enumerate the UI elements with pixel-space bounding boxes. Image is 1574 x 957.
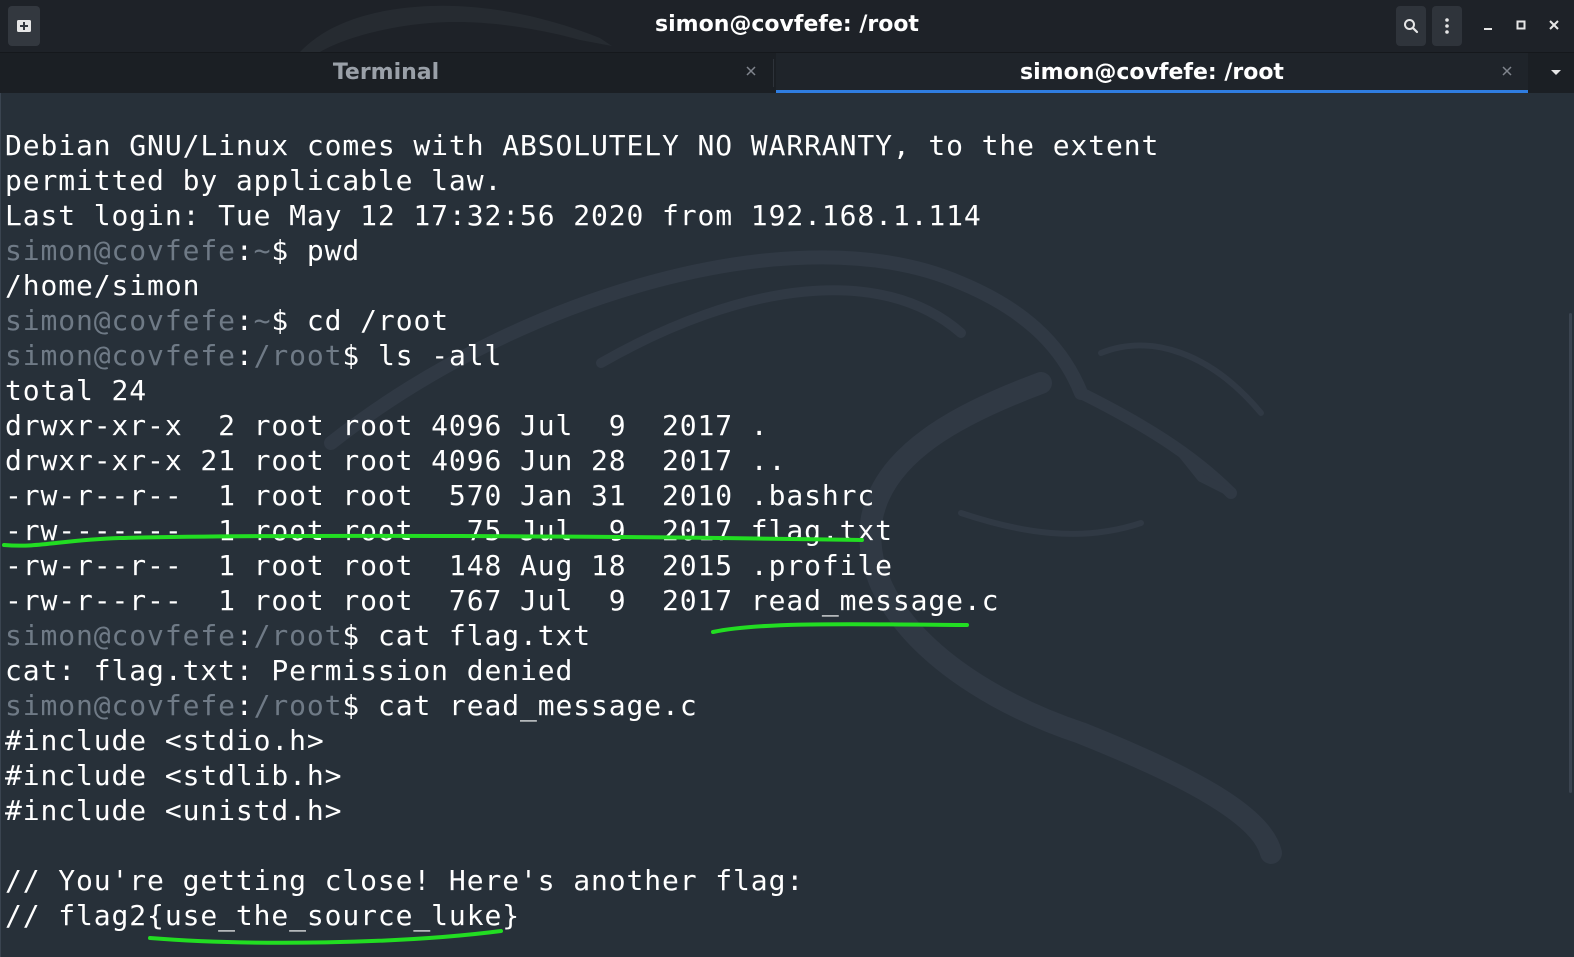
- output-line: /home/simon: [5, 269, 201, 302]
- tab-label: Terminal: [332, 60, 440, 85]
- tab-close-button[interactable]: [1498, 63, 1516, 81]
- command-text: pwd: [306, 234, 361, 267]
- command-text: cat flag.txt: [377, 619, 592, 652]
- output-line: // flag2{use_the_source_luke}: [5, 899, 520, 932]
- tab-bar: Terminal simon@covfefe: /root: [0, 53, 1574, 93]
- tab-divider: [773, 59, 774, 87]
- prompt-line: simon@covfefe:~$ cd /root: [5, 303, 1159, 338]
- output-line: cat: flag.txt: Permission denied: [5, 654, 574, 687]
- prompt-symbol: $: [342, 689, 378, 722]
- prompt-line: simon@covfefe:/root$ cat flag.txt: [5, 618, 1159, 653]
- prompt-symbol: $: [342, 619, 378, 652]
- prompt-directory: /root: [253, 619, 343, 652]
- kebab-menu-icon: [1445, 18, 1449, 34]
- prompt-line: simon@covfefe:/root$ cat read_message.c: [5, 688, 1159, 723]
- prompt-separator: :: [235, 619, 254, 652]
- prompt-user: simon@covfefe: [5, 689, 236, 722]
- tab-terminal[interactable]: Terminal: [0, 53, 772, 93]
- prompt-user: simon@covfefe: [5, 619, 236, 652]
- prompt-separator: :: [235, 234, 254, 267]
- tab-simon-root[interactable]: simon@covfefe: /root: [776, 53, 1528, 93]
- terminal-window: simon@covfefe: /root Terminal simon@covf…: [0, 0, 1574, 957]
- command-text: ls -all: [377, 339, 503, 372]
- output-line: -rw-r--r-- 1 root root 570 Jan 31 2010 .…: [5, 479, 876, 512]
- menu-button[interactable]: [1432, 6, 1462, 46]
- minimize-icon: [1484, 28, 1492, 30]
- output-line: -rw-r--r-- 1 root root 148 Aug 18 2015 .…: [5, 549, 893, 582]
- prompt-directory: ~: [253, 304, 272, 337]
- prompt-symbol: $: [271, 234, 307, 267]
- output-line: Last login: Tue May 12 17:32:56 2020 fro…: [5, 199, 982, 232]
- prompt-directory: /root: [253, 689, 343, 722]
- search-icon: [1404, 19, 1419, 34]
- prompt-separator: :: [235, 339, 254, 372]
- close-icon: [1502, 66, 1512, 76]
- output-line: #include <unistd.h>: [5, 794, 343, 827]
- output-line: -rw------- 1 root root 75 Jul 9 2017 fla…: [5, 514, 893, 547]
- command-text: cd /root: [306, 304, 449, 337]
- search-button[interactable]: [1396, 6, 1426, 46]
- prompt-user: simon@covfefe: [5, 339, 236, 372]
- terminal-output[interactable]: Debian GNU/Linux comes with ABSOLUTELY N…: [0, 93, 1574, 957]
- prompt-line: simon@covfefe:/root$ ls -all: [5, 338, 1159, 373]
- output-line: // You're getting close! Here's another …: [5, 864, 805, 897]
- prompt-user: simon@covfefe: [5, 304, 236, 337]
- maximize-button[interactable]: [1508, 10, 1534, 40]
- output-line: drwxr-xr-x 2 root root 4096 Jul 9 2017 .: [5, 409, 769, 442]
- tab-close-button[interactable]: [742, 63, 760, 81]
- prompt-separator: :: [235, 304, 254, 337]
- prompt-separator: :: [235, 689, 254, 722]
- prompt-directory: ~: [253, 234, 272, 267]
- output-line: permitted by applicable law.: [5, 164, 503, 197]
- output-line: -rw-r--r-- 1 root root 767 Jul 9 2017 re…: [5, 584, 1000, 617]
- terminal-lines: Debian GNU/Linux comes with ABSOLUTELY N…: [5, 128, 1159, 933]
- minimize-button[interactable]: [1475, 10, 1501, 40]
- maximize-icon: [1516, 20, 1526, 30]
- output-line: #include <stdlib.h>: [5, 759, 343, 792]
- close-icon: [1549, 20, 1559, 30]
- scrollbar[interactable]: [1569, 313, 1572, 793]
- window-title: simon@covfefe: /root: [655, 12, 919, 37]
- prompt-directory: /root: [253, 339, 343, 372]
- close-icon: [746, 66, 756, 76]
- prompt-user: simon@covfefe: [5, 234, 236, 267]
- prompt-line: simon@covfefe:~$ pwd: [5, 233, 1159, 268]
- tab-label: simon@covfefe: /root: [1020, 60, 1284, 85]
- output-line: Debian GNU/Linux comes with ABSOLUTELY N…: [5, 129, 1160, 162]
- output-line: #include <stdio.h>: [5, 724, 325, 757]
- output-line: drwxr-xr-x 21 root root 4096 Jun 28 2017…: [5, 444, 787, 477]
- prompt-symbol: $: [271, 304, 307, 337]
- close-window-button[interactable]: [1541, 10, 1567, 40]
- prompt-symbol: $: [342, 339, 378, 372]
- title-bar[interactable]: simon@covfefe: /root: [0, 0, 1574, 53]
- tabs-dropdown-button[interactable]: [1542, 61, 1570, 85]
- output-line: total 24: [5, 374, 148, 407]
- chevron-down-icon: [1551, 70, 1561, 75]
- command-text: cat read_message.c: [377, 689, 698, 722]
